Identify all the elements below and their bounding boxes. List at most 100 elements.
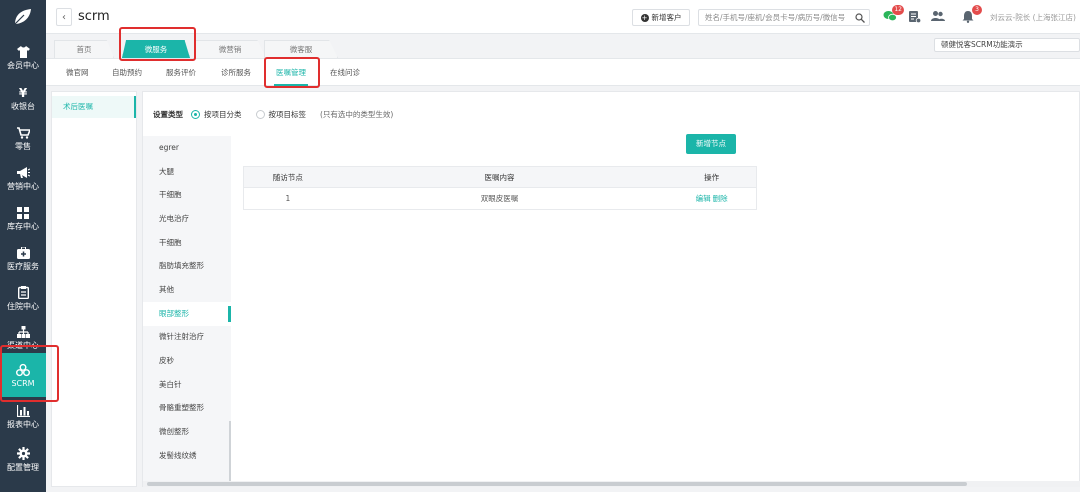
tab-micro-customer-service[interactable]: 微客服	[264, 40, 338, 58]
table-header: 随访节点 医嘱内容 操作	[243, 166, 757, 188]
radio-by-tag[interactable]	[255, 109, 265, 119]
category-item[interactable]: 微创整形	[143, 420, 231, 444]
records-button[interactable]	[906, 9, 922, 25]
notifications-button[interactable]: 3	[960, 5, 982, 25]
sidebar-item-cashier[interactable]: ¥ 收银台	[0, 79, 46, 117]
grid-icon	[16, 206, 30, 220]
wechat-button[interactable]: 12	[882, 5, 904, 25]
demo-link-label: 顿健悦客SCRM功能演示	[941, 40, 1023, 49]
category-item[interactable]: 美白针	[143, 373, 231, 397]
category-scrollbar[interactable]	[229, 421, 231, 486]
column-header: 医嘱内容	[484, 173, 515, 182]
advice-content-cell: 双眼皮医嘱	[480, 194, 519, 203]
column-header: 操作	[704, 173, 720, 182]
app-root: 会员中心 ¥ 收银台 零售 营销中心 库存中心 医疗服务 住院中心 渠道中心 S…	[0, 0, 1080, 492]
follow-up-node-cell: 1	[285, 194, 291, 203]
main-panel: 设置类型 按项目分类 按项目标签 (只有选中的类型生效) egrer 大腿 干细…	[142, 91, 1080, 487]
horizontal-scrollbar[interactable]	[143, 481, 1080, 487]
tab-clinic-service[interactable]: 诊所服务	[221, 59, 251, 86]
sidebar-item-label: SCRM	[11, 378, 35, 388]
top-bar: ‹ scrm + 新增客户 12 3 刘云云-院长 (上海张江店) ⌄	[46, 0, 1080, 34]
sidebar-item-inpatient[interactable]: 住院中心	[0, 279, 46, 317]
sidebar-item-medical-service[interactable]: 医疗服务	[0, 239, 46, 277]
tab-micro-website[interactable]: 微官网	[66, 59, 89, 86]
cart-icon	[16, 126, 30, 140]
advice-type-postop[interactable]: 术后医嘱	[52, 96, 136, 118]
category-list: egrer 大腿 干细胞 光电治疗 干细胞 脂肪填充整形 其他 眼部整形 微针注…	[143, 136, 231, 486]
bar-chart-icon	[16, 404, 30, 418]
sidebar-item-label: 收银台	[11, 101, 35, 111]
actions-cell: 编辑 删除	[667, 188, 756, 209]
radio-by-category-label[interactable]: 按项目分类	[204, 109, 242, 120]
back-button[interactable]: ‹	[56, 8, 72, 26]
sidebar-item-inventory[interactable]: 库存中心	[0, 199, 46, 237]
category-item[interactable]: 发髻线纹绣	[143, 444, 231, 468]
category-item[interactable]: 干细胞	[143, 231, 231, 255]
table-row: 1 双眼皮医嘱 编辑 删除	[243, 188, 757, 210]
category-item[interactable]: 干细胞	[143, 183, 231, 207]
wechat-badge: 12	[892, 5, 904, 15]
add-node-button[interactable]: 新增节点	[686, 134, 736, 154]
tab-medical-advice[interactable]: 医嘱管理	[274, 59, 308, 86]
app-title: scrm	[78, 9, 110, 24]
sidebar-item-label: 渠道中心	[7, 340, 39, 350]
yen-icon: ¥	[18, 85, 28, 100]
radio-by-tag-label[interactable]: 按项目标签	[269, 109, 307, 120]
category-item[interactable]: 皮秒	[143, 349, 231, 373]
search-icon[interactable]	[855, 13, 865, 25]
sidebar-item-member-center[interactable]: 会员中心	[0, 38, 46, 76]
delete-link[interactable]: 删除	[713, 194, 728, 203]
sidebar-item-label: 库存中心	[7, 221, 39, 231]
sidebar-item-channel[interactable]: 渠道中心	[0, 318, 46, 356]
radio-by-category[interactable]	[191, 109, 200, 119]
users-icon	[931, 10, 945, 24]
setting-note: (只有选中的类型生效)	[320, 109, 394, 119]
category-item[interactable]: 光电治疗	[143, 207, 231, 231]
sidebar-item-scrm[interactable]: SCRM	[0, 353, 46, 397]
category-item[interactable]: 微针注射治疗	[143, 325, 231, 349]
tab-micro-marketing[interactable]: 微营销	[194, 40, 266, 58]
setting-type-label: 设置类型	[153, 109, 183, 119]
megaphone-icon	[16, 166, 30, 180]
category-item[interactable]: 大腿	[143, 160, 231, 184]
advice-table: 随访节点 医嘱内容 操作 1 双眼皮医嘱 编辑 删除	[243, 166, 757, 210]
sidebar-item-label: 营销中心	[7, 181, 39, 191]
category-item[interactable]: egrer	[143, 136, 231, 160]
advice-type-panel: 术后医嘱	[51, 91, 137, 487]
category-item[interactable]: 脂肪填充整形	[143, 254, 231, 278]
scrm-demo-link[interactable]: 顿健悦客SCRM功能演示	[934, 38, 1080, 52]
tab-online-consult[interactable]: 在线问诊	[330, 59, 360, 86]
leaf-logo-icon[interactable]	[0, 0, 46, 34]
edit-link[interactable]: 编辑	[696, 194, 711, 203]
search-input[interactable]	[699, 10, 849, 25]
category-item[interactable]: 其他	[143, 278, 231, 302]
scrollbar-thumb[interactable]	[147, 482, 967, 486]
notification-badge: 3	[972, 5, 982, 15]
tab-micro-service[interactable]: 微服务	[122, 40, 190, 58]
sidebar-item-marketing[interactable]: 营销中心	[0, 159, 46, 197]
sidebar-item-reports[interactable]: 报表中心	[0, 397, 46, 435]
column-header: 随访节点	[272, 173, 303, 182]
org-chart-icon	[16, 325, 30, 339]
user-menu[interactable]: 刘云云-院长 (上海张江店) ⌄	[990, 12, 1080, 23]
sidebar-item-label: 零售	[15, 141, 31, 151]
tab-self-booking[interactable]: 自助预约	[112, 59, 142, 86]
scrm-icon	[16, 363, 30, 377]
tab-service-review[interactable]: 服务评价	[166, 59, 196, 86]
sidebar-item-label: 会员中心	[7, 60, 39, 70]
sidebar-item-retail[interactable]: 零售	[0, 119, 46, 157]
document-stack-icon	[908, 10, 921, 25]
sub-nav: 微官网 自助预约 服务评价 诊所服务 医嘱管理 在线问诊	[46, 58, 1080, 86]
new-customer-button[interactable]: + 新增客户	[632, 9, 690, 26]
new-customer-label: 新增客户	[651, 13, 682, 22]
contacts-button[interactable]	[930, 9, 946, 25]
category-item-active[interactable]: 眼部整形	[143, 302, 231, 326]
sidebar-item-config[interactable]: 配置管理	[0, 440, 46, 478]
sidebar-item-label: 医疗服务	[7, 261, 39, 271]
sidebar-item-label: 报表中心	[7, 419, 39, 429]
sidebar-item-label: 住院中心	[7, 301, 39, 311]
tab-home[interactable]: 首页	[54, 40, 114, 58]
clipboard-icon	[16, 286, 30, 300]
sidebar: 会员中心 ¥ 收银台 零售 营销中心 库存中心 医疗服务 住院中心 渠道中心 S…	[0, 0, 46, 492]
category-item[interactable]: 骨骼重塑整形	[143, 396, 231, 420]
